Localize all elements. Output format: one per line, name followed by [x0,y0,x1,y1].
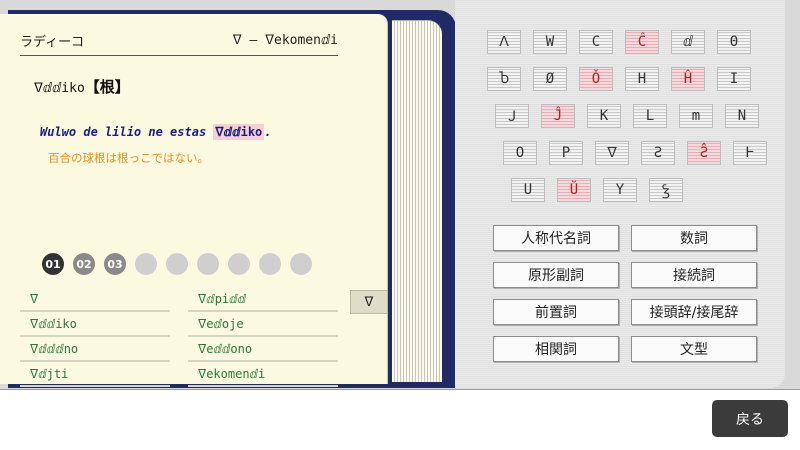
app-stage: ラディーコ ᐁ — ᐁekomenⅆi ᐁⅆⅆiko【根】 Wulwo de l… [0,0,800,390]
word-class-button[interactable]: 人称代名詞 [493,225,619,251]
word-list-item[interactable]: ᐁ [20,288,170,312]
word-list-item[interactable]: ᐁeⅆⅆono [188,338,338,362]
letter-key[interactable]: Ⱶ [733,141,767,165]
letter-key[interactable]: Y [603,178,637,202]
letter-key[interactable]: ᐱ [487,30,521,54]
letter-key[interactable]: Ƨ̂ [687,141,721,165]
letter-index-tab[interactable]: ᐁ [350,290,388,314]
page-pager: 01 02 03 [42,253,312,275]
page-dot[interactable]: 03 [104,253,126,275]
letter-key[interactable]: W [533,30,567,54]
letter-key[interactable]: I [717,67,751,91]
dictionary-page: ラディーコ ᐁ — ᐁekomenⅆi ᐁⅆⅆiko【根】 Wulwo de l… [0,14,388,387]
word-list-item[interactable]: ᐁⅆⅆiko [20,313,170,337]
letter-key[interactable]: Ŭ [557,178,591,202]
page-dot[interactable] [197,253,219,275]
example-text-after: . [264,125,272,139]
letter-key[interactable]: ᐁ [595,141,629,165]
letter-key[interactable]: m [679,104,713,128]
page-dot[interactable]: 01 [42,253,64,275]
word-list-item[interactable]: ᐁⅆjti [20,363,170,387]
letter-key[interactable]: Ƨ [641,141,675,165]
letter-key[interactable]: K [587,104,621,128]
entry-meaning: 【根】 [84,78,130,96]
letter-key[interactable]: H [625,67,659,91]
page-dot[interactable] [290,253,312,275]
letter-key[interactable]: Ⴆ [487,67,521,91]
page-header-title: ラディーコ [20,35,85,50]
word-list-column-1: ᐁ ᐁⅆⅆiko ᐁⅆⅆⅆno ᐁⅆjti [20,288,170,388]
letter-key[interactable]: Ｊ [495,104,529,128]
page-header-range: ᐁ — ᐁekomenⅆi [232,33,338,48]
word-class-button[interactable]: 文型 [631,336,757,362]
letter-key[interactable]: N [725,104,759,128]
word-class-button[interactable]: 相関詞 [493,336,619,362]
word-class-button[interactable]: 前置詞 [493,299,619,325]
page-dot[interactable]: 02 [73,253,95,275]
page-dot[interactable] [135,253,157,275]
word-class-button[interactable]: 数詞 [631,225,757,251]
word-list-item[interactable]: ᐁekomenⅆi [188,363,338,387]
letter-key[interactable]: Ø [533,67,567,91]
letter-key[interactable]: P [549,141,583,165]
word-class-button[interactable]: 原形副詞 [493,262,619,288]
letter-key[interactable]: Ǒ [579,67,613,91]
word-list-item[interactable]: ᐁeⅆoje [188,313,338,337]
letter-key[interactable]: Θ [717,30,751,54]
letter-key[interactable]: C [579,30,613,54]
control-panel: ᐱ W C Ĉⅆ Θ Ⴆ Ø Ǒ H Ĥ I Ｊ Ĵ K Lm N O P ᐁ Ƨ Ƨ̂ Ⱶ U Ŭ Y Ꝣ 人称代名詞 数詞 原形副詞… [455,0,785,388]
letter-key[interactable]: ⅆ [671,30,705,54]
letter-key[interactable]: Ꝣ [649,178,683,202]
example-translation: 百合の球根は根っこではない。 [48,151,209,165]
word-list-item[interactable]: ᐁⅆⅆⅆno [20,338,170,362]
page-dot[interactable] [166,253,188,275]
page-dot[interactable] [259,253,281,275]
entry-title: ᐁⅆⅆiko【根】 [34,76,130,97]
word-list-item[interactable]: ᐁⅆpiⅆⅆ [188,288,338,312]
letter-key[interactable]: Ĥ [671,67,705,91]
example-text-before: Wulwo de lilio ne estas [40,125,214,139]
example-sentence: Wulwo de lilio ne estas ᐁⅆⅆiko. [40,124,272,140]
word-class-button[interactable]: 接続詞 [631,262,757,288]
word-list-column-2: ᐁⅆpiⅆⅆ ᐁeⅆoje ᐁeⅆⅆono ᐁekomenⅆi [188,288,338,388]
example-highlight-word: ᐁⅆⅆiko [213,124,265,140]
letter-key[interactable]: O [503,141,537,165]
letter-key[interactable]: L [633,104,667,128]
letter-key[interactable]: U [511,178,545,202]
letter-key[interactable]: Ĵ [541,104,575,128]
entry-word: ᐁⅆⅆiko [34,81,85,96]
page-dot[interactable] [228,253,250,275]
page-header: ラディーコ ᐁ — ᐁekomenⅆi [20,26,338,56]
book-page-edges [392,20,442,382]
letter-key[interactable]: Ĉ [625,30,659,54]
back-button[interactable]: 戻る [712,400,788,437]
word-class-button[interactable]: 接頭辞/接尾辞 [631,299,757,325]
